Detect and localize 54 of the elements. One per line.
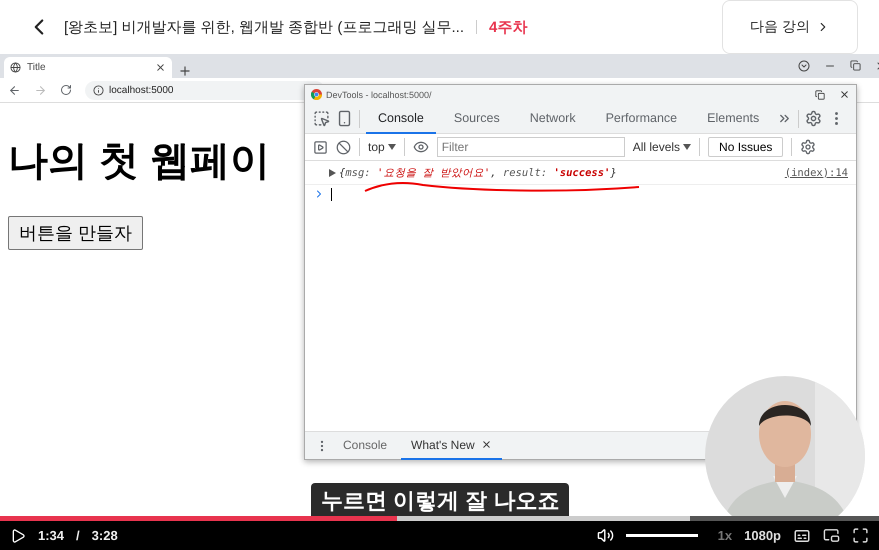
issues-button[interactable]: No Issues [708,137,784,157]
picture-in-picture-icon[interactable] [823,527,840,544]
restore-icon[interactable] [815,90,825,100]
globe-icon [10,62,21,73]
clear-icon[interactable] [336,140,351,154]
devtools-tab[interactable]: Network [518,104,588,134]
duration: 3:28 [92,528,118,543]
close-icon[interactable] [839,89,850,100]
devtools-tab[interactable]: Performance [594,104,690,134]
browser-tab[interactable]: Title [4,57,172,78]
back-icon[interactable] [8,84,21,96]
eye-icon[interactable] [412,139,429,155]
dropdown-arrow-icon [683,144,692,150]
context-select[interactable]: top [368,140,396,154]
device-icon[interactable] [336,110,353,127]
page-heading: 나의 첫 웹페이 [8,138,270,185]
restore-icon[interactable] [850,60,861,71]
inspect-icon[interactable] [313,110,330,127]
quality-button[interactable]: 1080p [744,528,781,543]
devtools-tab[interactable]: Sources [442,104,512,134]
close-icon[interactable] [155,62,166,73]
lecture-title: [왕초보] 비개발자를 위한, 웹개발 종합반 (프로그래밍 실무... [64,18,464,36]
devtools-title: DevTools - localhost:5000/ [326,90,432,100]
progress-track[interactable] [0,516,879,521]
close-icon[interactable] [480,439,492,450]
source-link[interactable]: (index):14 [784,166,848,178]
browser-logo-icon [311,89,322,100]
info-icon [93,84,104,96]
next-lecture-button[interactable]: 다음 강의 [722,0,858,54]
dropdown-arrow-icon [388,144,396,150]
current-time: 1:34 [38,528,64,543]
filter-field[interactable]: Filter [436,137,625,157]
devtools-tab[interactable]: Console [366,104,436,134]
console-message: {msg: '요청을 잘 받았어요', result: 'success'} [339,166,617,180]
time-separator: / [76,528,80,543]
tab-search-icon[interactable] [798,60,810,72]
subtitle: 누르면 이렇게 잘 나오죠 [311,483,570,516]
new-tab-icon[interactable] [178,64,192,78]
drawer-tab[interactable]: Console [333,432,398,460]
settings-icon[interactable] [805,110,822,127]
settings-icon[interactable] [800,139,816,155]
reload-icon[interactable] [60,84,72,96]
speed-label[interactable]: 1x [718,528,732,543]
levels-select[interactable]: All levels [632,140,692,154]
drawer-tab[interactable]: What's New [401,432,502,460]
week-label: 4주차 [489,18,528,36]
devtools-tab[interactable]: Elements [695,104,772,134]
tab-title: Title [27,62,46,73]
volume-icon[interactable] [596,527,614,544]
page-button[interactable]: 버튼을 만들자 [8,216,144,250]
play-icon[interactable] [10,528,26,544]
expand-icon[interactable] [329,168,336,176]
sidebar-icon[interactable] [313,140,328,154]
fullscreen-icon[interactable] [852,527,869,544]
